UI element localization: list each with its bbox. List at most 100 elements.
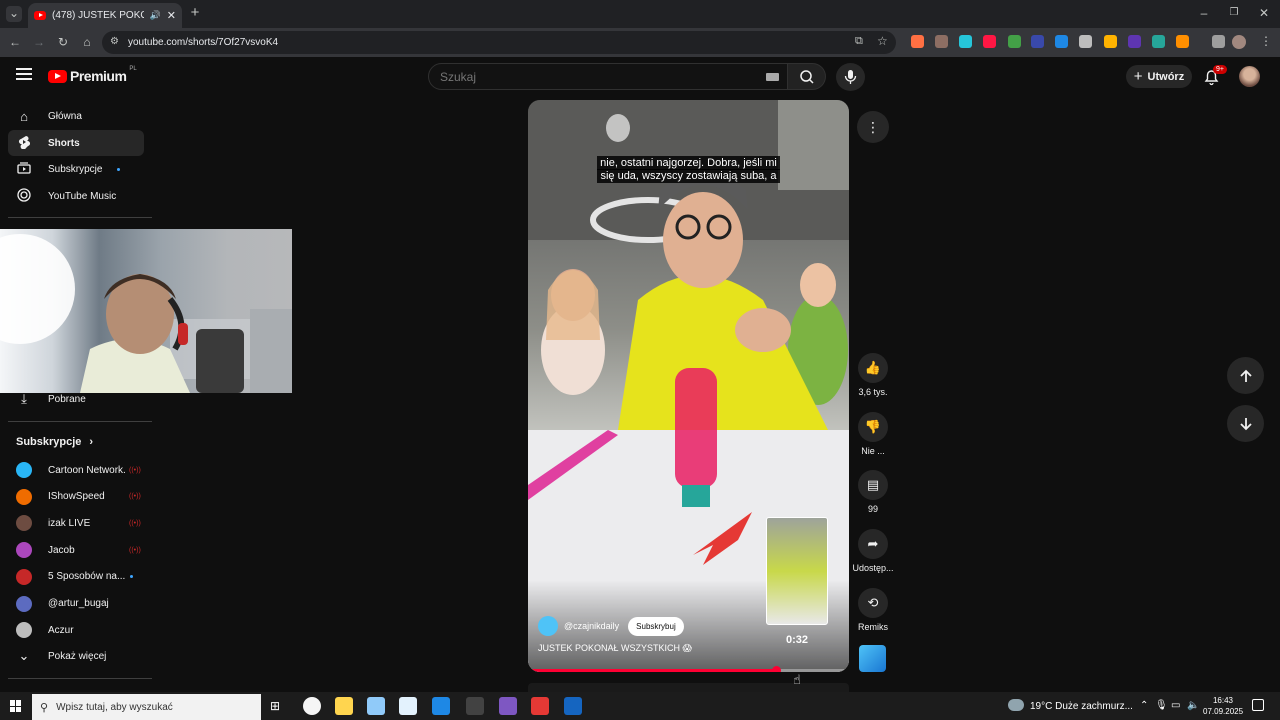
forward-icon[interactable]: → [31, 35, 47, 51]
sidebar-item-shorts[interactable]: Shorts [8, 130, 144, 156]
window-close-icon[interactable]: ✕ [1256, 6, 1272, 22]
subscription-channel[interactable]: @artur_bugaj [8, 591, 144, 617]
taskbar-app-icon[interactable] [399, 697, 417, 715]
extension-icon[interactable] [959, 35, 972, 48]
progress-scrubber[interactable] [772, 666, 782, 672]
create-button[interactable]: + Utwórz [1126, 65, 1192, 88]
tab-close-icon[interactable]: ✕ [167, 9, 176, 22]
subscriptions-heading[interactable]: Subskrypcje › [16, 436, 93, 448]
speaker-icon[interactable]: 🔊 [150, 10, 161, 21]
task-view-icon[interactable]: ⊞ [270, 699, 280, 713]
taskbar-app-icon[interactable] [531, 697, 549, 715]
site-info-icon[interactable]: ⚙ [110, 36, 119, 47]
youtube-favicon-icon [34, 11, 46, 20]
extension-icon[interactable] [1079, 35, 1092, 48]
comments-action[interactable]: ▤ 99 [857, 470, 889, 514]
restore-icon[interactable]: ❐ [1226, 6, 1242, 22]
dislike-action[interactable]: 👎 Nie ... [857, 412, 889, 456]
extension-icon[interactable] [1031, 35, 1044, 48]
extension-icon[interactable] [911, 35, 924, 48]
windows-start-icon[interactable] [10, 700, 22, 712]
extension-icon[interactable] [983, 35, 996, 48]
remix-label: Remiks [857, 622, 888, 632]
search-input[interactable] [429, 64, 729, 89]
extension-icon[interactable] [1055, 35, 1068, 48]
taskbar-app-icon[interactable] [335, 697, 353, 715]
sidebar-item-home[interactable]: ⌂ Główna [8, 103, 144, 129]
sidebar-divider [8, 678, 152, 679]
back-icon[interactable]: ← [7, 35, 23, 51]
extension-icon[interactable] [1128, 35, 1141, 48]
browser-tab-active[interactable]: (478) JUSTEK POKONAŁ WSZ 🔊 ✕ [28, 3, 182, 28]
short-title[interactable]: JUSTEK POKONAŁ WSZYSTKICH 😱 [538, 643, 692, 654]
minimize-icon[interactable]: – [1196, 6, 1212, 22]
download-icon: ⤓ [21, 391, 27, 406]
next-short-button[interactable] [1227, 405, 1264, 442]
taskbar-app-icon[interactable] [432, 697, 450, 715]
thumbs-down-icon: 👎 [858, 412, 888, 442]
weather-text[interactable]: 19°C Duże zachmurz... [1030, 701, 1133, 712]
profile-avatar-icon[interactable] [1232, 35, 1246, 49]
extension-icon[interactable] [1008, 35, 1021, 48]
extension-icon[interactable] [1104, 35, 1117, 48]
channel-avatar[interactable] [538, 616, 558, 636]
taskbar-app-icon[interactable] [367, 697, 385, 715]
channel-avatar [16, 515, 32, 532]
bookmark-star-icon[interactable]: ☆ [877, 34, 888, 48]
channel-name[interactable]: @czajnikdaily [564, 621, 619, 631]
taskbar-app-icon[interactable] [499, 697, 517, 715]
subscribe-button[interactable]: Subskrybuj [628, 616, 684, 636]
more-options-icon[interactable]: ⋮ [857, 111, 889, 143]
install-app-icon[interactable]: ⧉ [855, 35, 863, 48]
account-avatar[interactable] [1239, 66, 1260, 87]
extension-icon[interactable] [1176, 35, 1189, 48]
taskbar-app-icon[interactable] [466, 697, 484, 715]
volume-icon[interactable]: 🔈 [1187, 700, 1199, 711]
subscription-channel[interactable]: Jacob ((•)) [8, 537, 144, 563]
search-button[interactable] [788, 63, 826, 90]
new-tab-button[interactable]: + [187, 5, 203, 22]
extension-icon[interactable] [935, 35, 948, 48]
sidebar-divider [8, 217, 152, 218]
short-video-player[interactable]: nie, ostatni najgorzej. Dobra, jeśli mi … [528, 100, 849, 672]
show-more-button[interactable]: ⌄ Pokaż więcej [8, 643, 144, 669]
tray-chevron-icon[interactable]: ⌃ [1140, 700, 1148, 711]
previous-short-button[interactable] [1227, 357, 1264, 394]
extension-icon[interactable] [1212, 35, 1225, 48]
preview-time: 0:32 [786, 634, 809, 646]
subscription-channel[interactable]: Aczur [8, 617, 144, 643]
like-action[interactable]: 👍 3,6 tys. [857, 353, 889, 397]
sound-thumbnail[interactable] [859, 645, 886, 672]
notifications-button[interactable]: 9+ [1202, 65, 1227, 87]
taskbar-search[interactable]: ⚲ Wpisz tutaj, aby wyszukać [32, 694, 261, 720]
taskbar-app-icon[interactable] [303, 697, 321, 715]
url-text: youtube.com/shorts/7Of27vsvoK4 [128, 37, 279, 48]
voice-search-button[interactable] [836, 63, 865, 91]
keyboard-icon[interactable] [766, 73, 779, 81]
clock-date: 07.09.2025 [1203, 707, 1244, 716]
subscription-channel[interactable]: Cartoon Network... ((•)) [8, 457, 144, 483]
reload-icon[interactable]: ↻ [55, 35, 71, 51]
webcam-feed-image [0, 234, 292, 393]
address-bar[interactable]: ⚙ youtube.com/shorts/7Of27vsvoK4 ⧉ ☆ [102, 31, 896, 54]
search-box [428, 63, 788, 90]
create-label: Utwórz [1147, 70, 1185, 83]
share-action[interactable]: ➦ Udostęp... [851, 529, 895, 573]
remix-action[interactable]: ⟲ Remiks [857, 588, 889, 632]
tab-search-chevron-icon[interactable]: ⌄ [6, 6, 22, 22]
subscription-channel[interactable]: izak LIVE ((•)) [8, 510, 144, 536]
notifications-badge: 9+ [1213, 65, 1227, 74]
sidebar-item-youtube-music[interactable]: YouTube Music [8, 183, 144, 209]
network-icon[interactable]: ▭ [1171, 700, 1180, 711]
extension-icon[interactable] [1152, 35, 1165, 48]
subscription-channel[interactable]: IShowSpeed ((•)) [8, 484, 144, 510]
subscription-channel[interactable]: 5 Sposobów na... [8, 564, 144, 590]
action-center-icon[interactable] [1252, 699, 1264, 711]
clock[interactable]: 16:43 07.09.2025 [1203, 695, 1243, 717]
youtube-premium-logo[interactable]: Premium PL [48, 66, 137, 84]
taskbar-app-icon[interactable] [564, 697, 582, 715]
home-icon[interactable]: ⌂ [79, 35, 95, 51]
hamburger-menu-icon[interactable] [16, 68, 32, 80]
sidebar-item-subscriptions[interactable]: Subskrypcje [8, 156, 144, 182]
chrome-menu-icon[interactable]: ⋮ [1258, 34, 1274, 50]
